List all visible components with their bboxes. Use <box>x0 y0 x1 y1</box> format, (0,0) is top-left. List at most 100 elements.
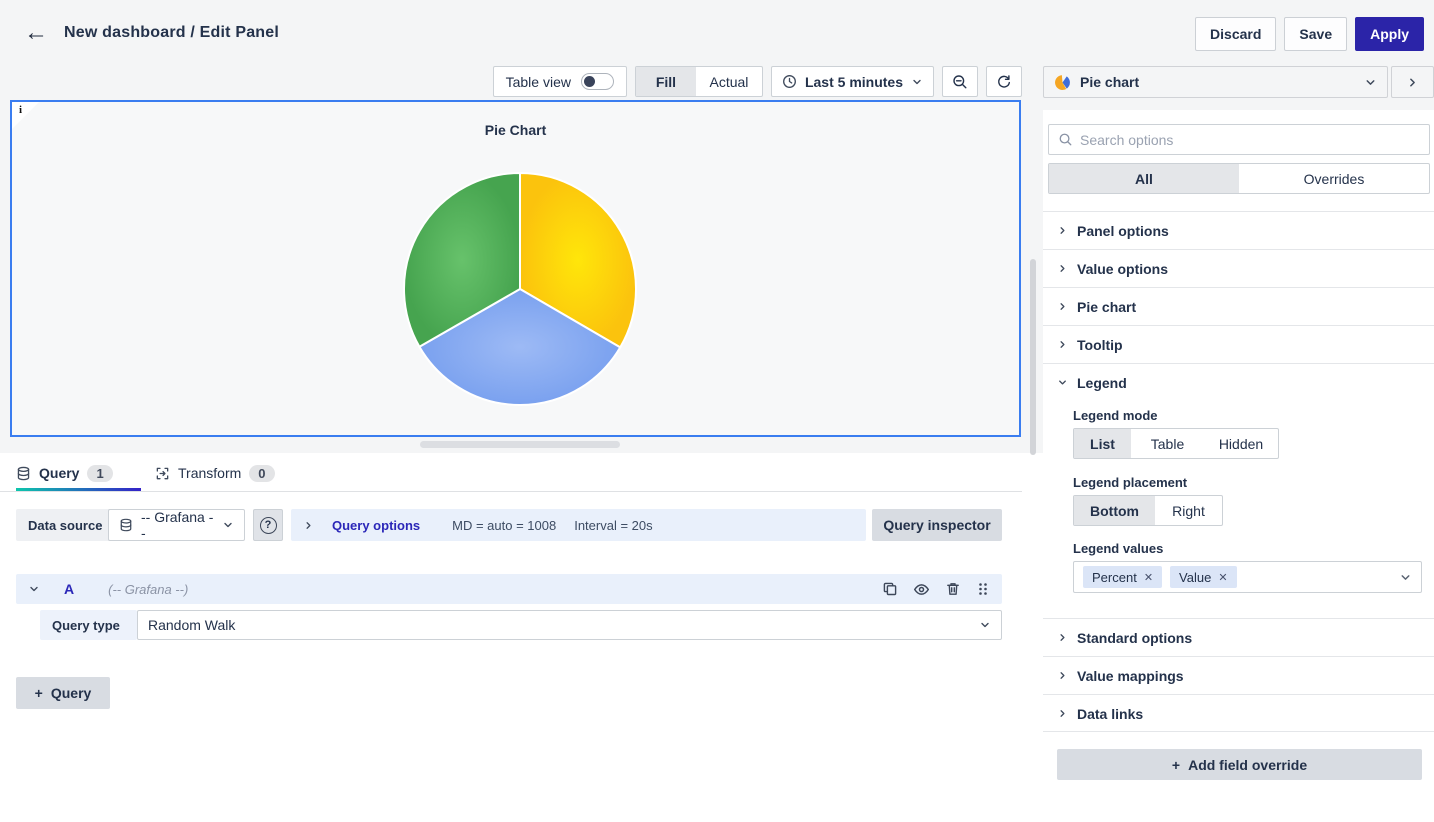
tab-all[interactable]: All <box>1049 164 1239 193</box>
grafana-edit-panel: ← New dashboard / Edit Panel Discard Sav… <box>0 0 1434 822</box>
section-value-mappings[interactable]: Value mappings <box>1043 656 1434 694</box>
duplicate-icon[interactable] <box>882 581 898 597</box>
tabs-divider <box>0 491 1022 492</box>
fill-actual-segment: Fill Actual <box>635 66 763 97</box>
refresh-icon <box>996 74 1012 90</box>
section-legend[interactable]: Legend <box>1043 363 1434 401</box>
datasource-help-button[interactable]: ? <box>253 509 283 541</box>
plus-icon: + <box>1172 757 1180 773</box>
hide-response-eye-icon[interactable] <box>913 581 930 598</box>
transform-icon <box>155 466 170 481</box>
query-row-header[interactable]: A (-- Grafana --) <box>16 574 1002 604</box>
page-title: New dashboard / Edit Panel <box>64 24 279 42</box>
chevron-right-icon <box>1057 339 1068 350</box>
panel-title: Pie Chart <box>12 122 1019 138</box>
query-type-value: Random Walk <box>148 617 235 633</box>
visualization-name: Pie chart <box>1080 74 1139 90</box>
active-tab-underline <box>16 488 141 491</box>
chevron-right-icon <box>1406 76 1419 89</box>
chevron-right-icon <box>1057 632 1068 643</box>
section-data-links[interactable]: Data links <box>1043 694 1434 732</box>
section-value-options[interactable]: Value options <box>1043 249 1434 287</box>
edit-panel: i Pie Chart <box>10 100 1021 437</box>
topbar-actions: Discard Save Apply <box>1195 17 1424 51</box>
remove-chip-icon[interactable]: ✕ <box>1144 571 1153 584</box>
clock-icon <box>782 74 797 89</box>
query-inspector-button[interactable]: Query inspector <box>872 509 1002 541</box>
legend-values-select[interactable]: Percent ✕ Value ✕ <box>1073 561 1422 593</box>
legend-placement-right[interactable]: Right <box>1155 496 1222 525</box>
chip-percent: Percent ✕ <box>1083 566 1162 588</box>
section-pie-chart[interactable]: Pie chart <box>1043 287 1434 325</box>
section-label: Legend <box>1077 375 1127 391</box>
chevron-right-icon <box>1057 263 1068 274</box>
section-label: Value options <box>1077 261 1168 277</box>
section-panel-options[interactable]: Panel options <box>1043 211 1434 249</box>
legend-values-label: Legend values <box>1073 541 1163 556</box>
info-icon: i <box>19 104 22 116</box>
tab-query[interactable]: Query 1 <box>16 458 113 488</box>
visualization-select[interactable]: Pie chart <box>1043 66 1388 98</box>
add-query-button[interactable]: + Query <box>16 677 110 709</box>
search-options-box <box>1048 124 1430 155</box>
panel-resize-handle[interactable] <box>420 441 620 448</box>
legend-placement-segment: Bottom Right <box>1073 495 1223 526</box>
trash-icon[interactable] <box>945 581 961 597</box>
query-ref-id: A <box>64 581 74 597</box>
refresh-button[interactable] <box>986 66 1022 97</box>
chip-label: Value <box>1179 570 1211 585</box>
legend-placement-bottom[interactable]: Bottom <box>1074 496 1155 525</box>
back-button[interactable]: ← <box>24 20 48 46</box>
options-filter-tabs: All Overrides <box>1048 163 1430 194</box>
add-field-override-button[interactable]: + Add field override <box>1057 749 1422 780</box>
search-icon <box>1058 132 1073 147</box>
transform-count-badge: 0 <box>249 465 274 482</box>
toggle-knob <box>584 76 595 87</box>
main-scrollbar[interactable] <box>1030 259 1036 455</box>
query-count-badge: 1 <box>87 465 112 482</box>
discard-button[interactable]: Discard <box>1195 17 1276 51</box>
tab-transform[interactable]: Transform 0 <box>155 458 275 488</box>
panel-toolbar: Table view Fill Actual Last 5 minutes <box>0 66 1022 97</box>
zoom-out-button[interactable] <box>942 66 978 97</box>
query-type-select[interactable]: Random Walk <box>137 610 1002 640</box>
section-label: Data links <box>1077 706 1143 722</box>
actual-button[interactable]: Actual <box>696 67 762 96</box>
datasource-value: -- Grafana -- <box>141 509 214 541</box>
save-button[interactable]: Save <box>1284 17 1347 51</box>
table-view-toggle[interactable]: Table view <box>493 66 627 97</box>
section-label: Tooltip <box>1077 337 1123 353</box>
plus-icon: + <box>35 685 43 701</box>
table-view-label: Table view <box>506 74 571 90</box>
section-label: Panel options <box>1077 223 1169 239</box>
legend-mode-segment: List Table Hidden <box>1073 428 1279 459</box>
chevron-down-icon <box>1057 377 1068 388</box>
remove-chip-icon[interactable]: ✕ <box>1218 571 1227 584</box>
legend-mode-table[interactable]: Table <box>1131 429 1204 458</box>
section-label: Value mappings <box>1077 668 1184 684</box>
legend-mode-hidden[interactable]: Hidden <box>1204 429 1278 458</box>
query-type-label: Query type <box>40 610 137 640</box>
tab-overrides[interactable]: Overrides <box>1239 164 1429 193</box>
collapse-chevron-icon[interactable] <box>28 583 40 595</box>
time-range-picker[interactable]: Last 5 minutes <box>771 66 934 97</box>
add-query-label: Query <box>51 685 91 701</box>
query-options-bar[interactable]: Query options MD = auto = 1008 Interval … <box>291 509 866 541</box>
fill-button[interactable]: Fill <box>636 67 696 96</box>
search-options-input[interactable] <box>1080 132 1420 148</box>
pane-collapse-button[interactable] <box>1391 66 1434 98</box>
chevron-right-icon <box>1057 670 1068 681</box>
toggle-switch[interactable] <box>581 73 614 90</box>
section-standard-options[interactable]: Standard options <box>1043 618 1434 656</box>
legend-mode-list[interactable]: List <box>1074 429 1131 458</box>
chevron-down-icon <box>1364 76 1377 89</box>
apply-button[interactable]: Apply <box>1355 17 1424 51</box>
drag-handle-icon[interactable] <box>976 581 990 597</box>
pie-chart-viz-icon <box>1054 74 1071 91</box>
query-options-label: Query options <box>332 518 420 533</box>
chevron-down-icon <box>979 619 991 631</box>
query-inspector-label: Query inspector <box>883 517 990 533</box>
datasource-select[interactable]: -- Grafana -- <box>108 509 245 541</box>
zoom-out-icon <box>952 74 968 90</box>
section-tooltip[interactable]: Tooltip <box>1043 325 1434 363</box>
